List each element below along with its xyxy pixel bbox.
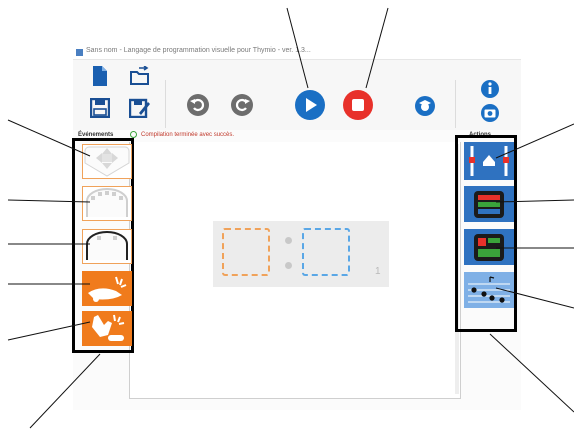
compile-ok-icon bbox=[130, 131, 137, 138]
tap-icon bbox=[88, 276, 127, 302]
bottom-color-icon bbox=[474, 234, 504, 261]
actions-panel bbox=[455, 135, 517, 332]
arrow-buttons-icon bbox=[84, 146, 130, 177]
rule-card[interactable]: 1 bbox=[213, 221, 389, 287]
info-icon bbox=[481, 80, 499, 98]
action-slot[interactable] bbox=[302, 228, 350, 276]
title-bar: Sans nom - Langage de programmation visu… bbox=[73, 46, 521, 60]
music-icon bbox=[468, 276, 510, 303]
redo-icon bbox=[231, 94, 253, 116]
play-icon bbox=[295, 90, 325, 120]
connector-dot bbox=[285, 237, 292, 244]
run-button[interactable] bbox=[293, 88, 327, 122]
music-action-block[interactable] bbox=[464, 272, 514, 308]
clap-event-block[interactable] bbox=[82, 311, 132, 346]
help-button[interactable] bbox=[478, 78, 502, 100]
compilation-status: Compilation terminée avec succès. bbox=[141, 132, 235, 138]
new-file-button[interactable] bbox=[87, 64, 113, 88]
status-row: Événements Compilation terminée avec suc… bbox=[73, 130, 521, 142]
event-slot[interactable] bbox=[222, 228, 270, 276]
toolbar bbox=[73, 60, 521, 130]
stop-button[interactable] bbox=[341, 88, 375, 122]
motors-icon bbox=[469, 146, 509, 176]
advanced-mode-button[interactable] bbox=[413, 94, 437, 118]
stop-icon bbox=[343, 90, 373, 120]
undo-icon bbox=[187, 94, 209, 116]
front-sensors-icon bbox=[86, 188, 128, 217]
open-folder-icon bbox=[130, 66, 149, 85]
ground-sensors-icon bbox=[86, 231, 128, 260]
save-icon bbox=[90, 98, 110, 118]
toolbar-separator bbox=[455, 80, 456, 128]
motors-action-block[interactable] bbox=[464, 142, 514, 180]
events-panel bbox=[72, 138, 134, 353]
ground-proximity-event-block[interactable] bbox=[82, 229, 132, 264]
undo-button[interactable] bbox=[185, 92, 211, 118]
save-as-icon bbox=[129, 98, 150, 118]
screenshot-button[interactable] bbox=[478, 102, 502, 124]
top-color-action-block[interactable] bbox=[464, 186, 514, 222]
redo-button[interactable] bbox=[229, 92, 255, 118]
save-button[interactable] bbox=[87, 96, 113, 120]
buttons-event-block[interactable] bbox=[82, 144, 132, 179]
window-title: Sans nom - Langage de programmation visu… bbox=[86, 47, 311, 54]
bottom-color-action-block[interactable] bbox=[464, 229, 514, 265]
rule-number: 1 bbox=[375, 266, 381, 277]
app-icon bbox=[76, 49, 83, 56]
save-as-button[interactable] bbox=[127, 96, 153, 120]
tap-event-block[interactable] bbox=[82, 271, 132, 306]
top-color-icon bbox=[474, 191, 504, 218]
new-file-icon bbox=[93, 66, 107, 86]
camera-icon bbox=[481, 104, 499, 122]
toolbar-separator bbox=[165, 80, 166, 128]
connector-dot bbox=[285, 262, 292, 269]
student-icon bbox=[415, 96, 435, 116]
clap-icon bbox=[92, 314, 125, 341]
open-file-button[interactable] bbox=[127, 64, 153, 88]
front-proximity-event-block[interactable] bbox=[82, 186, 132, 221]
